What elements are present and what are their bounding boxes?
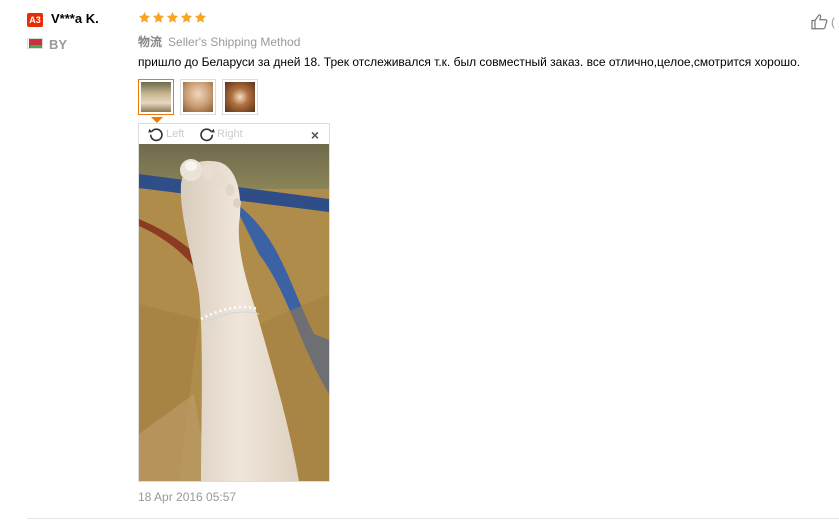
- rotate-right-icon: [200, 128, 215, 142]
- rotate-left-label: Left: [166, 128, 185, 140]
- photo-thumbnails: [138, 79, 258, 115]
- belarus-flag-icon: [27, 38, 43, 49]
- rotate-right-label: Right: [217, 128, 243, 140]
- logistics-label: 物流: [138, 35, 163, 49]
- close-icon[interactable]: ×: [311, 127, 319, 143]
- star-icon: [194, 11, 207, 23]
- star-icon: [166, 11, 179, 23]
- rotate-left-icon: [148, 128, 163, 142]
- thumbs-up-icon: [811, 14, 828, 30]
- photo-viewer: Left Right ×: [138, 123, 330, 482]
- photo-thumbnail[interactable]: [138, 79, 174, 115]
- rotate-right-button[interactable]: Right: [198, 125, 243, 143]
- star-icon: [180, 11, 193, 23]
- photo-thumbnail[interactable]: [222, 79, 258, 115]
- buyer-level-badge: A3: [27, 13, 43, 27]
- photo-viewer-toolbar: Left Right ×: [139, 124, 329, 144]
- review-timestamp: 18 Apr 2016 05:57: [138, 490, 237, 504]
- star-icon: [152, 11, 165, 23]
- helpful-button[interactable]: (: [810, 13, 835, 31]
- helpful-count: (: [831, 15, 835, 29]
- shipping-info: 物流 Seller's Shipping Method: [138, 33, 300, 50]
- review-text: пришло до Беларуси за дней 18. Трек отсл…: [138, 55, 801, 69]
- star-icon: [138, 11, 151, 23]
- review-photo: [139, 144, 329, 481]
- reviewer-country: BY: [49, 37, 68, 52]
- review-divider: [27, 518, 839, 519]
- shipping-method: Seller's Shipping Method: [168, 35, 301, 49]
- rotate-left-button[interactable]: Left: [147, 125, 184, 143]
- photo-thumbnail[interactable]: [180, 79, 216, 115]
- star-rating: [138, 11, 207, 24]
- reviewer-name: V***a K.: [51, 11, 99, 26]
